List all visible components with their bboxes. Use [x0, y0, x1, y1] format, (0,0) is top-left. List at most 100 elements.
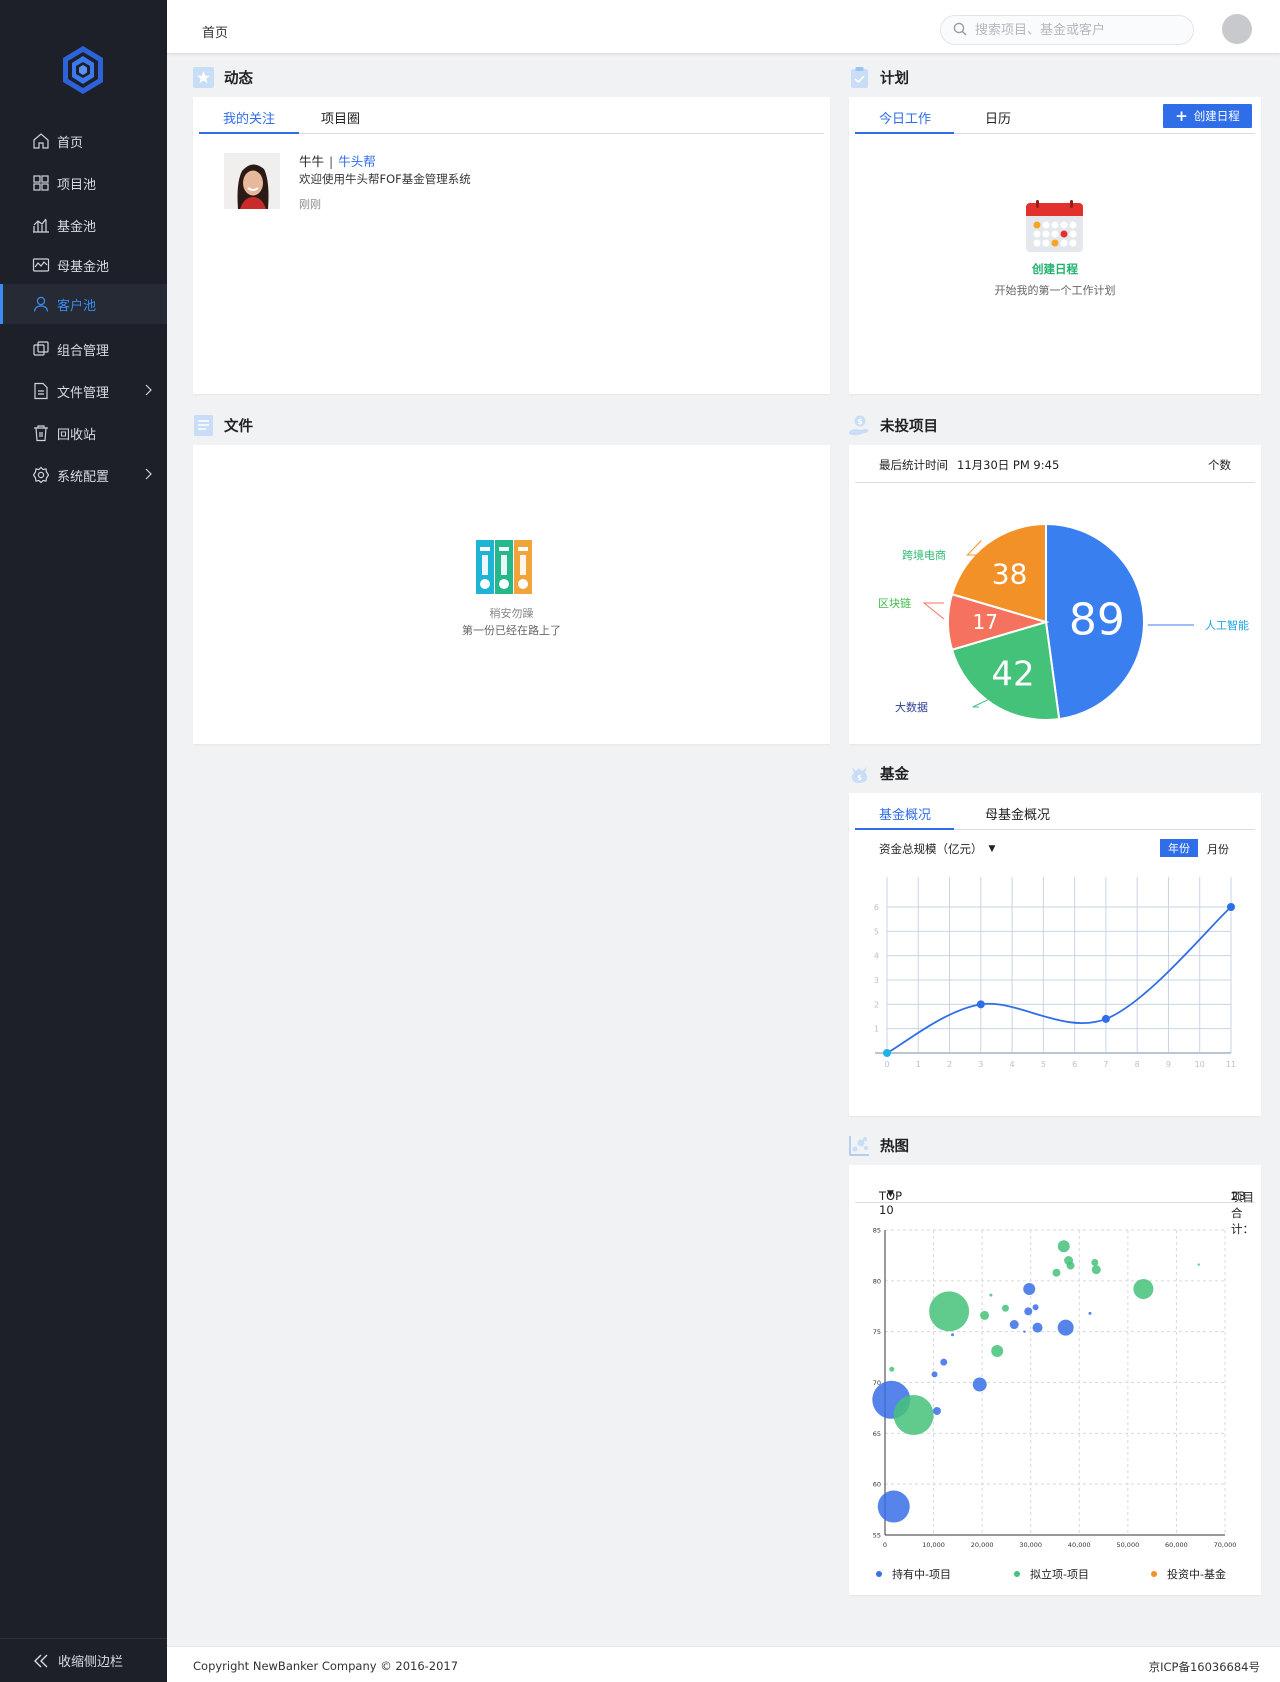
stat-unit[interactable]: 个数 [1208, 457, 1231, 473]
sidebar-item-7[interactable]: 回收站 [0, 412, 167, 454]
bubble[interactable] [991, 1344, 1004, 1357]
bubble[interactable] [1057, 1240, 1070, 1253]
bubble[interactable] [1133, 1278, 1154, 1299]
bubble[interactable] [1091, 1259, 1099, 1267]
metric-label: 资金总规模（亿元） [879, 842, 983, 856]
uninvested-stat-row: 最后统计时间 11月30日 PM 9:45 个数 [855, 445, 1255, 483]
y-tick-label: 2 [874, 1000, 879, 1009]
bubble[interactable] [1001, 1304, 1009, 1312]
tab-calendar[interactable]: 日历 [985, 108, 1011, 127]
pie-category-label: 区块链 [878, 596, 911, 610]
x-tick-label: 3 [978, 1060, 983, 1069]
legend-marker [1151, 1571, 1157, 1577]
y-tick-label: 6 [874, 903, 879, 912]
files-section-header: 文件 [193, 415, 253, 436]
bubble[interactable] [980, 1310, 990, 1320]
feed-user-photo[interactable] [224, 153, 280, 209]
user-icon [32, 295, 50, 313]
feed-user-name[interactable]: 牛牛 [299, 154, 324, 169]
create-schedule-label: 创建日程 [1193, 109, 1240, 123]
sidebar-item-2[interactable]: 基金池 [0, 204, 167, 246]
folders-icon [476, 540, 532, 598]
data-point[interactable] [883, 1049, 891, 1057]
pie-category-label: 大数据 [895, 700, 928, 714]
sidebar-item-1[interactable]: 项目池 [0, 162, 167, 204]
clipboard-icon [849, 67, 870, 88]
sidebar-item-6[interactable]: 文件管理 [0, 370, 167, 412]
bubble[interactable] [1088, 1311, 1092, 1315]
feed-org-link[interactable]: 牛头帮 [338, 154, 376, 169]
legend-item[interactable]: 拟立项-项目 [1014, 1567, 1089, 1581]
create-schedule-button[interactable]: + 创建日程 [1163, 104, 1252, 128]
plus-icon: + [1175, 106, 1188, 125]
sidebar-item-5[interactable]: 组合管理 [0, 328, 167, 370]
bubble[interactable] [1197, 1263, 1200, 1266]
y-tick-label: 75 [873, 1328, 881, 1336]
star-badge-icon [193, 67, 214, 88]
grid-icon [32, 174, 50, 192]
user-avatar[interactable] [1222, 14, 1252, 44]
sidebar-item-0[interactable]: 首页 [0, 120, 167, 162]
heatmap-title: 热图 [880, 1139, 909, 1155]
bubble[interactable] [1009, 1320, 1019, 1330]
bubble[interactable] [889, 1366, 895, 1372]
feed-header: 牛牛 | 牛头帮 [299, 151, 376, 170]
period-month-button[interactable]: 月份 [1207, 841, 1229, 857]
uninvested-panel: 最后统计时间 11月30日 PM 9:45 个数 89 人工智能 42 大数据 17 区块… [849, 445, 1261, 744]
plan-empty-title[interactable]: 创建日程 [849, 261, 1261, 277]
heatmap-scatter-chart: 0 10,000 20,000 30,000 40,000 50,000 60,000 70,… [872, 1227, 1236, 1581]
bubble[interactable] [1052, 1268, 1061, 1277]
tab-mother-fund-overview[interactable]: 母基金概况 [985, 804, 1050, 823]
bubble[interactable] [929, 1291, 970, 1332]
trash-icon [32, 424, 50, 442]
icp-license-text[interactable]: 京ICP备16036684号 [1149, 1659, 1260, 1675]
bubble[interactable] [893, 1395, 934, 1436]
sidebar-item-8[interactable]: 系统配置 [0, 454, 167, 496]
legend-item[interactable]: 投资中-基金 [1151, 1567, 1226, 1581]
bubble[interactable] [940, 1358, 948, 1366]
document-icon [32, 382, 50, 400]
metric-dropdown[interactable]: 资金总规模（亿元） ▼ [879, 841, 995, 857]
bubble[interactable] [1023, 1330, 1026, 1333]
x-tick-label: 4 [1010, 1060, 1015, 1069]
bubble[interactable] [931, 1371, 938, 1378]
sidebar-item-3[interactable]: 母基金池 [0, 246, 167, 284]
bubble[interactable] [877, 1490, 910, 1523]
uninvested-section-header: $ 未投项目 [849, 415, 938, 436]
tab-my-follow[interactable]: 我的关注 [223, 108, 275, 127]
period-year-button[interactable]: 年份 [1160, 839, 1198, 857]
data-point[interactable] [1227, 903, 1235, 911]
sidebar-item-4[interactable]: 客户池 [0, 284, 167, 324]
bubble[interactable] [1024, 1307, 1033, 1316]
tab-project-circle[interactable]: 项目圈 [321, 108, 360, 127]
search-input[interactable] [975, 22, 1175, 38]
bubble[interactable] [932, 1406, 941, 1415]
tab-fund-overview[interactable]: 基金概况 [879, 804, 931, 823]
bubble[interactable] [951, 1333, 955, 1337]
sidebar-item-label: 首页 [57, 135, 84, 151]
y-tick-label: 60 [873, 1481, 881, 1489]
bubble[interactable] [1057, 1319, 1074, 1336]
data-point[interactable] [1101, 1014, 1110, 1023]
bubble[interactable] [1023, 1282, 1036, 1295]
x-tick-label: 20,000 [971, 1541, 994, 1549]
search-box[interactable] [940, 15, 1194, 45]
bubble[interactable] [1091, 1265, 1101, 1275]
bubble[interactable] [989, 1293, 993, 1297]
app-logo-icon[interactable] [59, 44, 107, 96]
bubble[interactable] [1032, 1304, 1039, 1311]
pie-value-label: 42 [991, 654, 1034, 694]
plan-section-header: 计划 [849, 67, 909, 88]
y-tick-label: 1 [874, 1025, 879, 1034]
activity-tabs: 我的关注 项目圈 [199, 97, 824, 134]
tab-today-work[interactable]: 今日工作 [879, 108, 931, 127]
pie-leader-line [972, 698, 989, 708]
legend-item[interactable]: 持有中-项目 [876, 1567, 951, 1581]
sidebar-item-label: 文件管理 [57, 385, 110, 401]
bubble[interactable] [972, 1377, 987, 1392]
bubble[interactable] [1066, 1261, 1075, 1270]
collapse-sidebar-button[interactable]: 收缩侧边栏 [0, 1638, 167, 1682]
data-point[interactable] [976, 1000, 985, 1009]
breadcrumb[interactable]: 首页 [202, 22, 228, 41]
bubble[interactable] [1032, 1322, 1043, 1333]
